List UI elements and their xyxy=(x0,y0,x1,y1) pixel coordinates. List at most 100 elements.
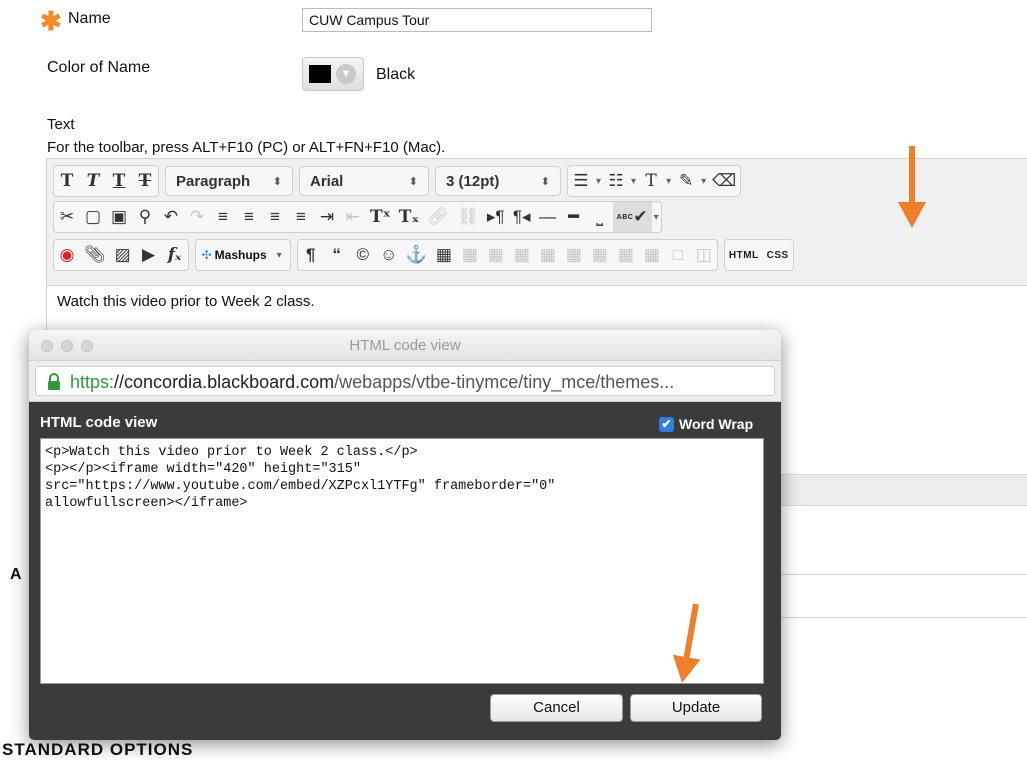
nonbreaking-space-icon[interactable]: ⎵ xyxy=(587,202,613,232)
editor-toolbar: T T T T Paragraph ⬍ Arial ⬍ 3 (12pt) ⬍ ☰ ▾ ☷… xyxy=(47,159,1027,286)
unlink-icon[interactable]: ⛓ xyxy=(453,202,483,232)
list-color-group: ☰ ▾ ☷ ▾ T ▾ ✎ ▾ ⌫ xyxy=(567,165,742,197)
undo-icon[interactable]: ↶ xyxy=(158,202,184,232)
mashups-icon: ✣ xyxy=(201,248,212,262)
word-wrap-label: Word Wrap xyxy=(679,416,754,432)
superscript-icon[interactable]: Tˣ xyxy=(366,202,395,232)
toolbar-hint: For the toolbar, press ALT+F10 (PC) or A… xyxy=(47,139,446,156)
anchor-icon[interactable]: ⚓ xyxy=(402,240,431,270)
cancel-button[interactable]: Cancel xyxy=(490,694,623,722)
divider xyxy=(780,574,1027,575)
copy-icon[interactable]: ▢ xyxy=(80,202,106,232)
find-icon[interactable]: ⚲ xyxy=(132,202,158,232)
table-split-icon[interactable]: □ xyxy=(665,240,691,270)
math-function-icon[interactable]: fₓ xyxy=(162,240,188,270)
insert-group: ◉ 📎︎ ▨ ▶ fₓ xyxy=(53,239,189,271)
emoticon-icon[interactable]: ☺ xyxy=(376,240,402,270)
editor-content[interactable]: Watch this video prior to Week 2 class. xyxy=(57,293,315,310)
attachment-icon[interactable]: 📎︎ xyxy=(80,240,110,270)
url-domain: //concordia.blackboard.com xyxy=(114,372,335,392)
lock-icon xyxy=(48,373,60,390)
spellcheck-icon[interactable]: ABC ✔ xyxy=(612,202,652,232)
text-style-group: T T T T xyxy=(53,165,159,197)
align-justify-icon[interactable]: ≡ xyxy=(288,202,314,232)
paragraph-select[interactable]: Paragraph ⬍ xyxy=(165,166,293,196)
indent-icon[interactable]: ⇥ xyxy=(314,202,340,232)
table-insert-row-icon[interactable]: ▦ xyxy=(535,240,561,270)
subscript-icon[interactable]: Tₓ xyxy=(395,202,424,232)
eraser-icon[interactable]: ⌫ xyxy=(708,166,740,196)
redo-icon[interactable]: ↷ xyxy=(184,202,210,232)
section-heading-fragment: A xyxy=(10,566,22,583)
table-cell-icon[interactable]: ▦ xyxy=(509,240,535,270)
cut-icon[interactable]: ✂ xyxy=(54,202,80,232)
window-title: HTML code view xyxy=(349,337,461,354)
html-button[interactable]: HTML xyxy=(725,240,763,270)
text-color-icon[interactable]: T xyxy=(638,166,664,196)
symbols-group: ¶ “ © ☺ ⚓ ▦ ▦ ▦ ▦ ▦ ▦ ▦ ▦ ▦ □ ◫ xyxy=(296,239,718,271)
url-field[interactable]: https://concordia.blackboard.com/webapps… xyxy=(35,366,775,396)
url-path: /webapps/vtbe-tinymce/tiny_mce/themes... xyxy=(334,372,675,392)
chevron-down-icon[interactable]: ▾ xyxy=(652,212,661,223)
standard-options-heading: STANDARD OPTIONS xyxy=(2,740,194,759)
name-label: Name xyxy=(68,10,111,27)
table-delete-icon[interactable]: ◫ xyxy=(691,240,717,270)
address-bar: https://concordia.blackboard.com/webapps… xyxy=(29,361,781,402)
size-select[interactable]: 3 (12pt) ⬍ xyxy=(435,166,561,196)
mashups-button[interactable]: ✣ Mashups ▾ xyxy=(194,239,291,271)
text-label: Text xyxy=(47,116,75,133)
table-props-icon[interactable]: ▦ xyxy=(457,240,483,270)
chevron-down-icon[interactable]: ▾ xyxy=(664,176,673,187)
paste-icon[interactable]: ▣ xyxy=(106,202,132,232)
word-wrap-toggle[interactable]: ✔ Word Wrap xyxy=(659,416,753,432)
table-icon[interactable]: ▦ xyxy=(431,240,457,270)
checkbox-checked-icon[interactable]: ✔ xyxy=(659,416,674,432)
toolbar-row-3: ◉ 📎︎ ▨ ▶ fₓ ✣ Mashups ▾ ¶ “ © ☺ ⚓ ▦ ▦ ▦ … xyxy=(53,239,800,271)
mashups-label: Mashups xyxy=(214,248,267,262)
align-left-icon[interactable]: ≡ xyxy=(210,202,236,232)
highlight-pen-icon[interactable]: ✎ xyxy=(673,166,699,196)
horizontal-line-icon[interactable]: ━ xyxy=(561,202,587,232)
blockquote-icon[interactable]: “ xyxy=(324,240,350,270)
paragraph-mark-icon[interactable]: ¶ xyxy=(298,240,324,270)
update-button[interactable]: Update xyxy=(630,694,762,722)
name-input[interactable] xyxy=(302,8,652,32)
image-icon[interactable]: ▨ xyxy=(110,240,136,270)
italic-button[interactable]: T xyxy=(80,166,106,196)
ltr-icon[interactable]: ▸¶ xyxy=(483,202,509,232)
outdent-icon[interactable]: ⇤ xyxy=(340,202,366,232)
panel-title: HTML code view xyxy=(40,414,158,431)
toolbar-row-1: T T T T Paragraph ⬍ Arial ⬍ 3 (12pt) ⬍ ☰ ▾ ☷… xyxy=(53,165,747,197)
font-select-label: Arial xyxy=(310,172,344,190)
underline-button[interactable]: T xyxy=(106,166,132,196)
table-delete-col-icon[interactable]: ▦ xyxy=(613,240,639,270)
table-row-icon[interactable]: ▦ xyxy=(483,240,509,270)
paragraph-select-label: Paragraph xyxy=(176,172,251,190)
bullet-list-icon[interactable]: ☰ xyxy=(568,166,594,196)
strikethrough-button[interactable]: T xyxy=(132,166,158,196)
toolbar-row-2: ✂ ▢ ▣ ⚲ ↶ ↷ ≡ ≡ ≡ ≡ ⇥ ⇤ Tˣ Tₓ 🔗︎ ⛓ ▸¶ ¶◂… xyxy=(53,201,668,233)
record-icon[interactable]: ◉ xyxy=(54,240,80,270)
window-titlebar: HTML code view xyxy=(29,330,781,361)
align-center-icon[interactable]: ≡ xyxy=(236,202,262,232)
chevron-down-icon: ▼ xyxy=(336,64,356,84)
align-right-icon[interactable]: ≡ xyxy=(262,202,288,232)
bold-button[interactable]: T xyxy=(54,166,80,196)
color-picker-button[interactable]: ▼ xyxy=(302,57,364,91)
hidden-section-band xyxy=(780,474,1027,506)
font-select[interactable]: Arial ⬍ xyxy=(299,166,429,196)
chevron-down-icon[interactable]: ▾ xyxy=(699,176,708,187)
html-code-textarea[interactable]: <p>Watch this video prior to Week 2 clas… xyxy=(40,438,764,684)
table-merge-icon[interactable]: ▦ xyxy=(639,240,665,270)
table-insert-col-icon[interactable]: ▦ xyxy=(587,240,613,270)
css-button[interactable]: CSS xyxy=(763,240,793,270)
media-icon[interactable]: ▶ xyxy=(136,240,162,270)
link-icon[interactable]: 🔗︎ xyxy=(423,202,453,232)
horizontal-rule-icon[interactable]: — xyxy=(535,202,561,232)
rtl-icon[interactable]: ¶◂ xyxy=(509,202,535,232)
table-delete-row-icon[interactable]: ▦ xyxy=(561,240,587,270)
numbered-list-icon[interactable]: ☷ xyxy=(603,166,629,196)
chevron-down-icon[interactable]: ▾ xyxy=(629,176,638,187)
copyright-icon[interactable]: © xyxy=(350,240,376,270)
chevron-down-icon[interactable]: ▾ xyxy=(594,176,603,187)
